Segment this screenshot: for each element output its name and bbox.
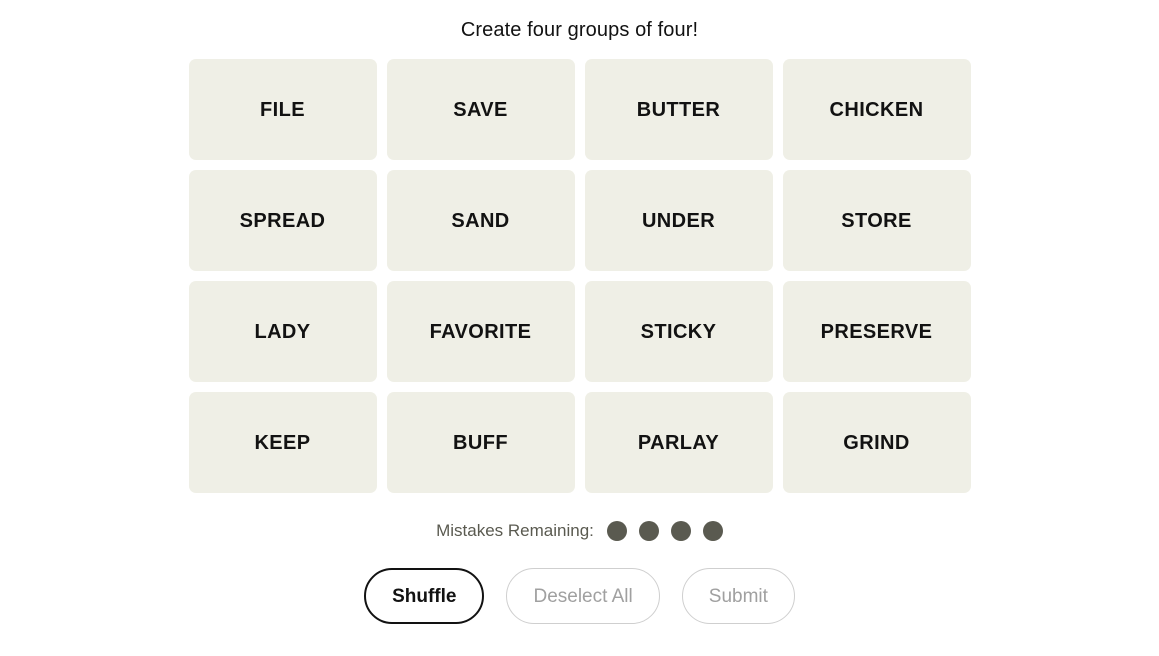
word-tile[interactable]: GRIND	[782, 392, 971, 493]
word-tile[interactable]: PARLAY	[584, 392, 773, 493]
word-tile[interactable]: PRESERVE	[782, 281, 971, 382]
word-tile-label: SAND	[451, 209, 510, 232]
page-title: Create four groups of four!	[460, 19, 699, 41]
word-tile-label: PRESERVE	[820, 320, 933, 343]
word-tile[interactable]: SAVE	[386, 59, 575, 160]
submit-button[interactable]: Submit	[681, 568, 795, 624]
word-tile[interactable]: BUFF	[386, 392, 575, 493]
mistake-dot-3	[670, 521, 691, 541]
word-tile[interactable]: STORE	[782, 170, 971, 271]
mistakes-remaining-label: Mistakes Remaining:	[436, 521, 594, 540]
word-tile-label: FILE	[260, 98, 305, 121]
word-tile[interactable]: LADY	[188, 281, 377, 382]
deselect-all-button[interactable]: Deselect All	[506, 568, 660, 624]
word-tile-label: GRIND	[843, 431, 910, 454]
word-tile-label: CHICKEN	[829, 98, 924, 121]
mistake-dot-2	[638, 521, 659, 541]
word-tile[interactable]: STICKY	[584, 281, 773, 382]
word-tile[interactable]: UNDER	[584, 170, 773, 271]
word-tile-label: FAVORITE	[429, 320, 532, 343]
word-tile-label: PARLAY	[637, 431, 720, 454]
word-tile[interactable]: CHICKEN	[782, 59, 971, 160]
shuffle-button[interactable]: Shuffle	[364, 568, 485, 624]
word-tile-label: UNDER	[641, 209, 716, 232]
action-buttons: Shuffle Deselect All Submit	[364, 568, 795, 624]
word-tile[interactable]: FILE	[188, 59, 377, 160]
word-tile-label: BUTTER	[636, 98, 721, 121]
word-tile[interactable]: KEEP	[188, 392, 377, 493]
word-tile-label: SPREAD	[239, 209, 326, 232]
word-tile-label: STICKY	[640, 320, 717, 343]
word-tile[interactable]: SAND	[386, 170, 575, 271]
mistakes-dot-group	[606, 521, 723, 541]
word-tile-label: BUFF	[453, 431, 508, 454]
mistakes-remaining: Mistakes Remaining:	[436, 519, 723, 543]
word-tile[interactable]: BUTTER	[584, 59, 773, 160]
mistake-dot-1	[606, 521, 627, 541]
connections-game: Create four groups of four! FILE SAVE BU…	[0, 0, 1159, 656]
word-grid: FILE SAVE BUTTER CHICKEN SPREAD SAND UND…	[188, 59, 971, 493]
word-tile-label: LADY	[254, 320, 311, 343]
word-tile-label: SAVE	[453, 98, 508, 121]
word-tile-label: STORE	[841, 209, 912, 232]
word-tile[interactable]: FAVORITE	[386, 281, 575, 382]
word-tile[interactable]: SPREAD	[188, 170, 377, 271]
word-tile-label: KEEP	[254, 431, 311, 454]
mistake-dot-4	[702, 521, 723, 541]
